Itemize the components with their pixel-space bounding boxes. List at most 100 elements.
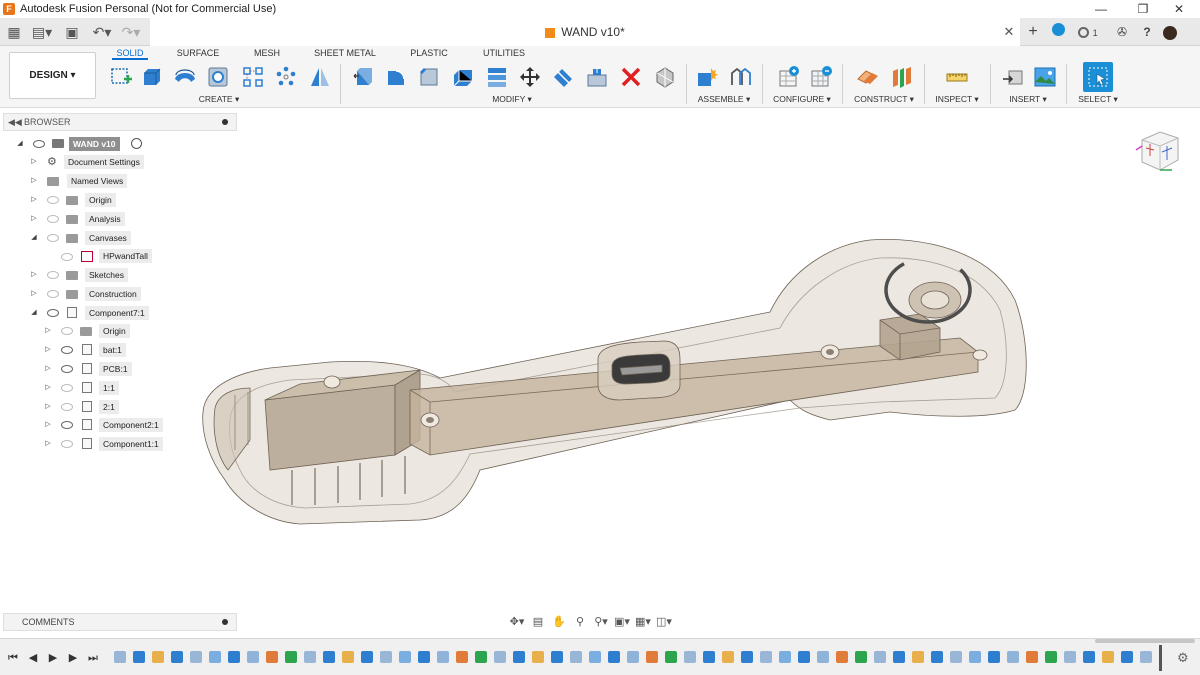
browser-root-label[interactable]: WAND v10 bbox=[69, 137, 120, 151]
browser-item-origin-child[interactable]: Origin bbox=[99, 324, 130, 338]
modify-group-label[interactable]: MODIFY ▾ bbox=[488, 94, 536, 105]
browser-item-component2[interactable]: Component2:1 bbox=[99, 418, 163, 432]
timeline-feature-icon[interactable] bbox=[874, 651, 886, 663]
timeline-feature-icon[interactable] bbox=[684, 651, 696, 663]
collapse-panel-icon[interactable]: ◀◀ bbox=[8, 114, 22, 130]
timeline-feature-icon[interactable] bbox=[342, 651, 354, 663]
timeline-feature-icon[interactable] bbox=[950, 651, 962, 663]
timeline-feature-icon[interactable] bbox=[1083, 651, 1095, 663]
timeline-feature-icon[interactable] bbox=[1045, 651, 1057, 663]
browser-item-named-views[interactable]: Named Views bbox=[67, 174, 128, 188]
timeline-feature-icon[interactable] bbox=[893, 651, 905, 663]
timeline-feature-icon[interactable] bbox=[817, 651, 829, 663]
visibility-eye-icon[interactable] bbox=[61, 384, 73, 392]
zoom-window-icon[interactable]: ⚲▾ bbox=[592, 614, 610, 630]
timeline-feature-icon[interactable] bbox=[114, 651, 126, 663]
timeline-first-icon[interactable]: ⏮ bbox=[6, 651, 20, 665]
timeline-feature-icon[interactable] bbox=[266, 651, 278, 663]
configure-rules-icon[interactable] bbox=[808, 64, 834, 90]
timeline-feature-icon[interactable] bbox=[627, 651, 639, 663]
expand-arrow-icon[interactable]: ▷ bbox=[30, 176, 38, 186]
tab-plastic[interactable]: PLASTIC bbox=[406, 46, 452, 60]
new-tab-plus-icon[interactable]: + bbox=[1023, 22, 1043, 42]
display-settings-icon[interactable]: ▣▾ bbox=[613, 614, 631, 630]
timeline-feature-icon[interactable] bbox=[912, 651, 924, 663]
browser-item-document-settings[interactable]: Document Settings bbox=[64, 155, 144, 169]
expand-arrow-icon[interactable]: ▷ bbox=[44, 326, 52, 336]
timeline-feature-icon[interactable] bbox=[703, 651, 715, 663]
file-menu-icon[interactable]: ▤▾ bbox=[30, 22, 54, 42]
new-component-icon[interactable] bbox=[694, 64, 720, 90]
workspace-switcher-button[interactable]: DESIGN ▾ bbox=[9, 52, 96, 99]
timeline-feature-icon[interactable] bbox=[741, 651, 753, 663]
undo-icon[interactable]: ↶▾ bbox=[90, 22, 114, 42]
timeline-feature-icon[interactable] bbox=[1026, 651, 1038, 663]
comments-panel-header[interactable]: COMMENTS bbox=[3, 613, 237, 631]
fillet-icon[interactable] bbox=[383, 64, 409, 90]
browser-item-sketches[interactable]: Sketches bbox=[85, 268, 128, 282]
visibility-eye-icon[interactable] bbox=[47, 215, 59, 223]
split-body-icon[interactable] bbox=[550, 64, 576, 90]
visibility-eye-icon[interactable] bbox=[61, 440, 73, 448]
expand-arrow-icon[interactable]: ▷ bbox=[44, 383, 52, 393]
hole-icon[interactable] bbox=[205, 64, 231, 90]
midplane-icon[interactable] bbox=[889, 64, 915, 90]
close-window-icon[interactable]: ✕ bbox=[1162, 0, 1196, 18]
timeline-feature-icon[interactable] bbox=[494, 651, 506, 663]
expand-arrow-icon[interactable]: ▷ bbox=[30, 214, 38, 224]
browser-item-origin[interactable]: Origin bbox=[85, 193, 116, 207]
comments-add-icon[interactable] bbox=[222, 619, 228, 625]
timeline-scrollbar[interactable] bbox=[1095, 639, 1195, 643]
timeline-feature-icon[interactable] bbox=[437, 651, 449, 663]
timeline-feature-icon[interactable] bbox=[228, 651, 240, 663]
inspect-group-label[interactable]: INSPECT ▾ bbox=[932, 94, 982, 105]
timeline-feature-icon[interactable] bbox=[133, 651, 145, 663]
timeline-feature-icon[interactable] bbox=[323, 651, 335, 663]
press-pull-icon[interactable] bbox=[350, 64, 376, 90]
browser-item-bat[interactable]: bat:1 bbox=[99, 343, 126, 357]
timeline-next-icon[interactable]: ▶ bbox=[66, 651, 80, 665]
chamfer-icon[interactable] bbox=[416, 64, 442, 90]
job-status-icon[interactable]: 1 bbox=[1074, 22, 1102, 42]
timeline-settings-gear-icon[interactable]: ⚙ bbox=[1177, 650, 1189, 666]
timeline-play-icon[interactable]: ▶ bbox=[46, 651, 60, 665]
pan-hand-icon[interactable]: ✋ bbox=[550, 614, 568, 630]
model-viewport[interactable] bbox=[190, 225, 1040, 530]
tab-sheet-metal[interactable]: SHEET METAL bbox=[312, 46, 378, 60]
panel-pin-icon[interactable] bbox=[222, 119, 228, 125]
viewports-icon[interactable]: ◫▾ bbox=[655, 614, 673, 630]
joint-icon[interactable] bbox=[728, 64, 754, 90]
maximize-icon[interactable]: ❐ bbox=[1126, 0, 1160, 18]
timeline-feature-icon[interactable] bbox=[1140, 651, 1152, 663]
visibility-eye-icon[interactable] bbox=[61, 421, 73, 429]
expand-arrow-icon[interactable]: ◢ bbox=[30, 308, 38, 318]
view-cube[interactable] bbox=[1132, 126, 1184, 174]
browser-item-pcb[interactable]: PCB:1 bbox=[99, 362, 132, 376]
look-at-icon[interactable]: ▤ bbox=[529, 614, 547, 630]
timeline-last-icon[interactable]: ⏭ bbox=[86, 651, 100, 665]
timeline-feature-icon[interactable] bbox=[1007, 651, 1019, 663]
grid-settings-icon[interactable]: ▦▾ bbox=[634, 614, 652, 630]
insert-group-label[interactable]: INSERT ▾ bbox=[1004, 94, 1052, 105]
orbit-icon[interactable]: ✥▾ bbox=[508, 614, 526, 630]
select-group-label[interactable]: SELECT ▾ bbox=[1074, 94, 1122, 105]
browser-item-hpwandtall[interactable]: HPwandTall bbox=[99, 249, 152, 263]
browser-panel-header[interactable]: ◀◀ BROWSER bbox=[3, 113, 237, 131]
browser-item-component7[interactable]: Component7:1 bbox=[85, 306, 149, 320]
rectangular-pattern-icon[interactable] bbox=[240, 64, 266, 90]
create-group-label[interactable]: CREATE ▾ bbox=[196, 94, 242, 105]
timeline-marker[interactable] bbox=[1159, 645, 1162, 671]
timeline-feature-icon[interactable] bbox=[646, 651, 658, 663]
combine-icon[interactable] bbox=[484, 64, 510, 90]
close-tab-icon[interactable]: ✕ bbox=[1002, 18, 1016, 46]
insert-canvas-icon[interactable] bbox=[1032, 64, 1058, 90]
timeline-feature-icon[interactable] bbox=[779, 651, 791, 663]
user-avatar[interactable] bbox=[1163, 25, 1177, 40]
physical-material-icon[interactable] bbox=[652, 64, 678, 90]
timeline-feature-icon[interactable] bbox=[1121, 651, 1133, 663]
tab-surface[interactable]: SURFACE bbox=[174, 46, 222, 60]
timeline-feature-icon[interactable] bbox=[798, 651, 810, 663]
activate-radio-icon[interactable] bbox=[131, 138, 142, 149]
visibility-eye-icon[interactable] bbox=[33, 140, 45, 148]
timeline-feature-icon[interactable] bbox=[855, 651, 867, 663]
